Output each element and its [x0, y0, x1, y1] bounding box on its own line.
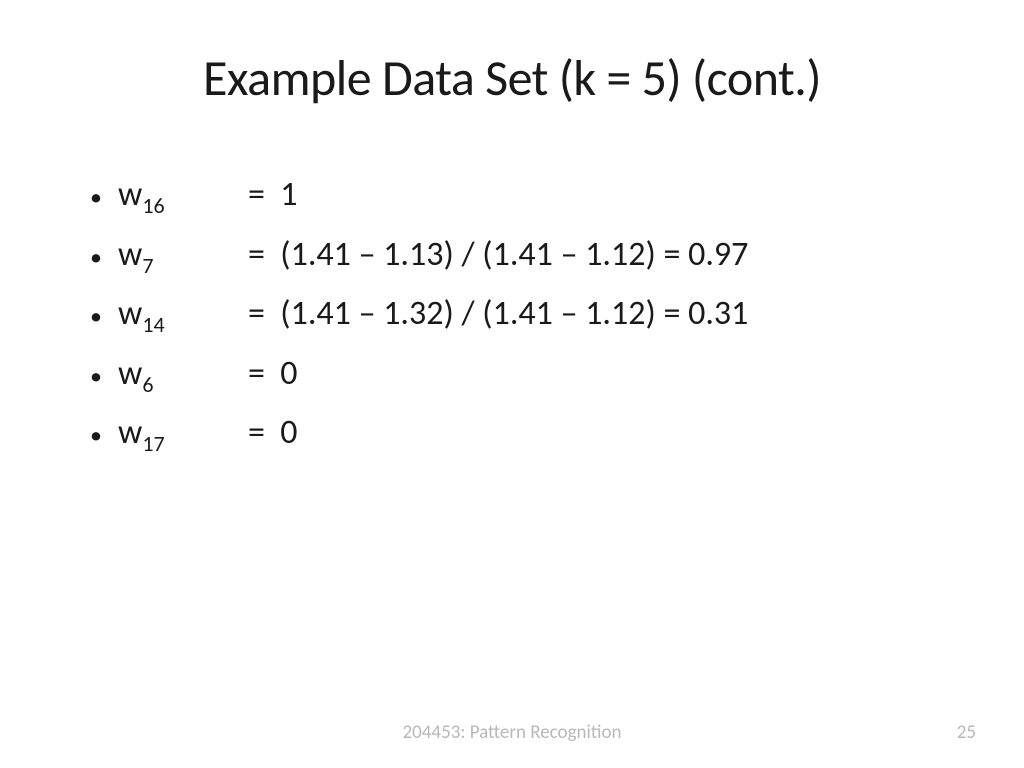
equation: = 0 — [248, 403, 298, 463]
equation: = (1.41 – 1.13) / (1.41 – 1.12) = 0.97 — [248, 225, 748, 285]
equation: = 1 — [248, 165, 298, 225]
footer-text: 204453: Pattern Recognition — [0, 721, 1024, 744]
list-item: • w14 = (1.41 – 1.32) / (1.41 – 1.12) = … — [90, 284, 964, 344]
bullet-icon: • — [90, 356, 118, 398]
variable: w17 — [118, 403, 248, 463]
equation: = (1.41 – 1.32) / (1.41 – 1.12) = 0.31 — [248, 284, 748, 344]
variable: w7 — [118, 225, 248, 285]
bullet-list: • w16 = 1 • w7 = (1.41 – 1.13) / (1.41 –… — [60, 165, 964, 463]
list-item: • w7 = (1.41 – 1.13) / (1.41 – 1.12) = 0… — [90, 225, 964, 285]
list-item: • w16 = 1 — [90, 165, 964, 225]
list-item: • w6 = 0 — [90, 344, 964, 404]
variable: w16 — [118, 165, 248, 225]
bullet-icon: • — [90, 177, 118, 219]
page-number: 25 — [957, 721, 976, 744]
bullet-icon: • — [90, 237, 118, 279]
bullet-icon: • — [90, 415, 118, 457]
bullet-icon: • — [90, 296, 118, 338]
list-item: • w17 = 0 — [90, 403, 964, 463]
equation: = 0 — [248, 344, 298, 404]
variable: w14 — [118, 284, 248, 344]
slide: Example Data Set (k = 5) (cont.) • w16 =… — [0, 0, 1024, 768]
variable: w6 — [118, 344, 248, 404]
slide-title: Example Data Set (k = 5) (cont.) — [60, 48, 964, 109]
